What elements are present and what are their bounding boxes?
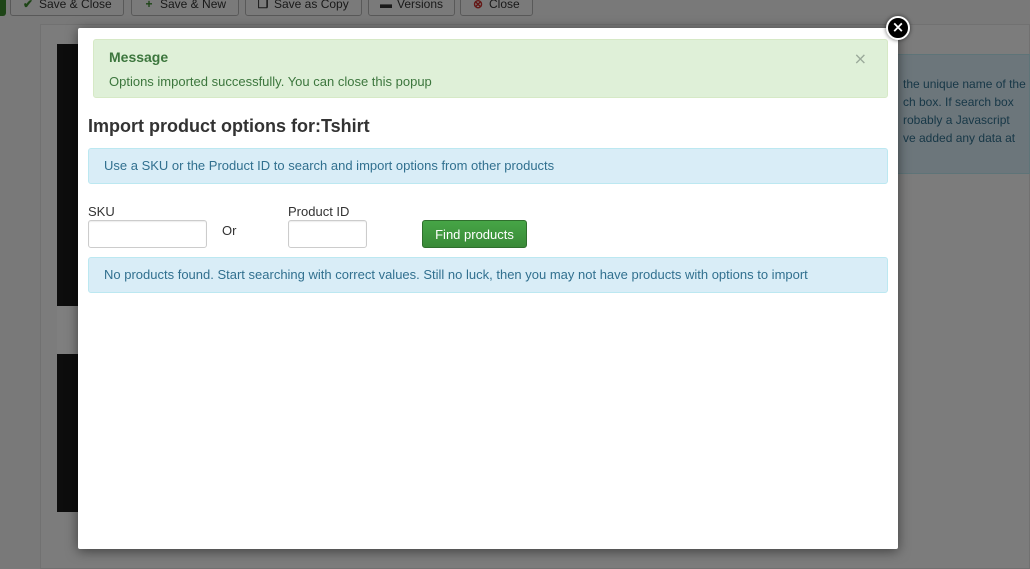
product-id-input[interactable] bbox=[288, 220, 367, 248]
no-results-message: No products found. Start searching with … bbox=[88, 257, 888, 293]
sku-input[interactable] bbox=[88, 220, 207, 248]
page-title: Import product options for:Tshirt bbox=[88, 116, 370, 136]
modal-close-icon[interactable]: × bbox=[886, 16, 910, 40]
product-id-label: Product ID bbox=[288, 204, 350, 219]
find-products-button[interactable]: Find products bbox=[422, 220, 527, 248]
or-separator: Or bbox=[222, 223, 237, 238]
sku-label: SKU bbox=[88, 204, 115, 219]
dismiss-message-button[interactable]: × bbox=[854, 49, 867, 68]
message-body: Options imported successfully. You can c… bbox=[109, 74, 432, 89]
message-heading: Message bbox=[109, 49, 169, 65]
search-hint: Use a SKU or the Product ID to search an… bbox=[88, 148, 888, 184]
import-options-modal: Message Options imported successfully. Y… bbox=[78, 28, 898, 549]
success-message: Message Options imported successfully. Y… bbox=[93, 39, 888, 98]
